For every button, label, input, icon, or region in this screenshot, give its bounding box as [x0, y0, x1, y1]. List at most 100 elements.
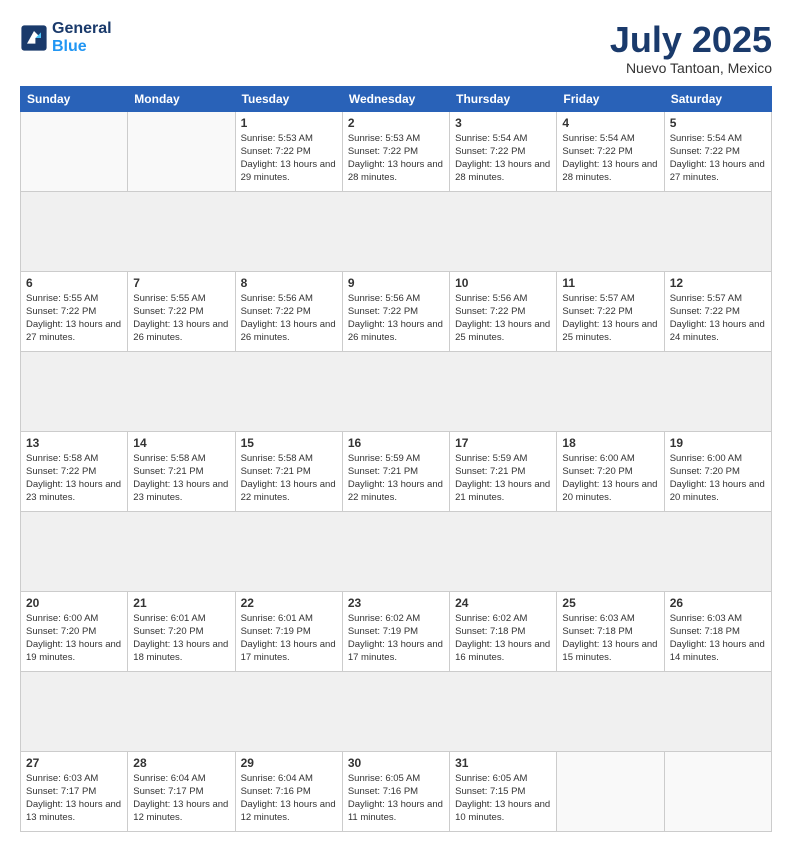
calendar-day-cell: 30 Sunrise: 6:05 AM Sunset: 7:16 PM Dayli… [342, 751, 449, 831]
week-spacer-row [21, 671, 772, 751]
day-info: Sunrise: 6:05 AM Sunset: 7:15 PM Dayligh… [455, 772, 551, 825]
calendar-day-cell: 13Sunrise: 5:58 AM Sunset: 7:22 PM Dayli… [21, 431, 128, 511]
calendar-day-cell: 20 Sunrise: 6:00 AM Sunset: 7:20 PM Dayli… [21, 591, 128, 671]
page-header: General Blue July 2025 Nuevo Tantoan, Me… [20, 20, 772, 76]
day-number: 13 [26, 436, 122, 450]
calendar-day-cell: 1Sunrise: 5:53 AM Sunset: 7:22 PM Daylig… [235, 111, 342, 191]
day-number: 8 [241, 276, 337, 290]
calendar-week-row: 13Sunrise: 5:58 AM Sunset: 7:22 PM Dayli… [21, 431, 772, 511]
calendar-day-cell: 21 Sunrise: 6:01 AM Sunset: 7:20 PM Dayli… [128, 591, 235, 671]
calendar-day-cell: 9Sunrise: 5:56 AM Sunset: 7:22 PM Daylig… [342, 271, 449, 351]
month-year-title: July 2025 [610, 20, 772, 60]
day-info: Sunrise: 5:55 AM Sunset: 7:22 PM Dayligh… [26, 292, 122, 345]
day-number: 6 [26, 276, 122, 290]
day-number: 20 [26, 596, 122, 610]
day-info: Sunrise: 5:57 AM Sunset: 7:22 PM Dayligh… [562, 292, 658, 345]
calendar-day-cell: 22 Sunrise: 6:01 AM Sunset: 7:19 PM Dayli… [235, 591, 342, 671]
calendar-body: 1Sunrise: 5:53 AM Sunset: 7:22 PM Daylig… [21, 111, 772, 831]
calendar-day-cell: 10Sunrise: 5:56 AM Sunset: 7:22 PM Dayli… [450, 271, 557, 351]
calendar-day-cell: 3Sunrise: 5:54 AM Sunset: 7:22 PM Daylig… [450, 111, 557, 191]
day-info: Sunrise: 5:58 AM Sunset: 7:21 PM Dayligh… [133, 452, 229, 505]
calendar-week-row: 1Sunrise: 5:53 AM Sunset: 7:22 PM Daylig… [21, 111, 772, 191]
calendar-day-cell: 24Sunrise: 6:02 AM Sunset: 7:18 PM Dayli… [450, 591, 557, 671]
day-info: Sunrise: 6:04 AM Sunset: 7:17 PM Dayligh… [133, 772, 229, 825]
day-info: Sunrise: 5:59 AM Sunset: 7:21 PM Dayligh… [455, 452, 551, 505]
day-info: Sunrise: 5:53 AM Sunset: 7:22 PM Dayligh… [241, 132, 337, 185]
day-number: 16 [348, 436, 444, 450]
calendar-day-cell [557, 751, 664, 831]
day-info: Sunrise: 6:03 AM Sunset: 7:18 PM Dayligh… [670, 612, 766, 665]
day-info: Sunrise: 6:01 AM Sunset: 7:19 PM Dayligh… [241, 612, 337, 665]
calendar-day-cell: 19 Sunrise: 6:00 AM Sunset: 7:20 PM Dayli… [664, 431, 771, 511]
week-spacer-row [21, 191, 772, 271]
week-spacer-row [21, 511, 772, 591]
day-info: Sunrise: 6:02 AM Sunset: 7:18 PM Dayligh… [455, 612, 551, 665]
calendar-day-cell: 26 Sunrise: 6:03 AM Sunset: 7:18 PM Dayli… [664, 591, 771, 671]
day-info: Sunrise: 5:55 AM Sunset: 7:22 PM Dayligh… [133, 292, 229, 345]
day-info: Sunrise: 5:54 AM Sunset: 7:22 PM Dayligh… [562, 132, 658, 185]
day-number: 28 [133, 756, 229, 770]
day-number: 2 [348, 116, 444, 130]
day-info: Sunrise: 5:56 AM Sunset: 7:22 PM Dayligh… [455, 292, 551, 345]
title-area: July 2025 Nuevo Tantoan, Mexico [610, 20, 772, 76]
day-number: 14 [133, 436, 229, 450]
weekday-header-cell: Sunday [21, 86, 128, 111]
day-info: Sunrise: 6:00 AM Sunset: 7:20 PM Dayligh… [670, 452, 766, 505]
day-info: Sunrise: 5:56 AM Sunset: 7:22 PM Dayligh… [241, 292, 337, 345]
day-number: 26 [670, 596, 766, 610]
day-number: 25 [562, 596, 658, 610]
location-subtitle: Nuevo Tantoan, Mexico [610, 60, 772, 76]
day-number: 12 [670, 276, 766, 290]
day-number: 7 [133, 276, 229, 290]
day-info: Sunrise: 6:03 AM Sunset: 7:18 PM Dayligh… [562, 612, 658, 665]
calendar-day-cell: 28 Sunrise: 6:04 AM Sunset: 7:17 PM Dayli… [128, 751, 235, 831]
calendar-day-cell: 15Sunrise: 5:58 AM Sunset: 7:21 PM Dayli… [235, 431, 342, 511]
day-info: Sunrise: 6:01 AM Sunset: 7:20 PM Dayligh… [133, 612, 229, 665]
calendar-day-cell [128, 111, 235, 191]
calendar-day-cell: 7 Sunrise: 5:55 AM Sunset: 7:22 PM Daylig… [128, 271, 235, 351]
day-info: Sunrise: 6:00 AM Sunset: 7:20 PM Dayligh… [26, 612, 122, 665]
day-info: Sunrise: 6:04 AM Sunset: 7:16 PM Dayligh… [241, 772, 337, 825]
day-info: Sunrise: 5:56 AM Sunset: 7:22 PM Dayligh… [348, 292, 444, 345]
day-info: Sunrise: 6:05 AM Sunset: 7:16 PM Dayligh… [348, 772, 444, 825]
day-number: 4 [562, 116, 658, 130]
calendar-day-cell: 17Sunrise: 5:59 AM Sunset: 7:21 PM Dayli… [450, 431, 557, 511]
day-number: 29 [241, 756, 337, 770]
day-number: 27 [26, 756, 122, 770]
day-number: 31 [455, 756, 551, 770]
day-info: Sunrise: 6:02 AM Sunset: 7:19 PM Dayligh… [348, 612, 444, 665]
day-number: 3 [455, 116, 551, 130]
calendar-day-cell: 25 Sunrise: 6:03 AM Sunset: 7:18 PM Dayli… [557, 591, 664, 671]
calendar-day-cell: 23 Sunrise: 6:02 AM Sunset: 7:19 PM Dayli… [342, 591, 449, 671]
calendar-week-row: 27 Sunrise: 6:03 AM Sunset: 7:17 PM Dayli… [21, 751, 772, 831]
calendar-week-row: 6 Sunrise: 5:55 AM Sunset: 7:22 PM Daylig… [21, 271, 772, 351]
day-number: 23 [348, 596, 444, 610]
calendar-day-cell [21, 111, 128, 191]
weekday-header-cell: Wednesday [342, 86, 449, 111]
calendar-day-cell: 12Sunrise: 5:57 AM Sunset: 7:22 PM Dayli… [664, 271, 771, 351]
day-number: 11 [562, 276, 658, 290]
day-number: 18 [562, 436, 658, 450]
calendar-day-cell: 5 Sunrise: 5:54 AM Sunset: 7:22 PM Daylig… [664, 111, 771, 191]
calendar-day-cell: 8 Sunrise: 5:56 AM Sunset: 7:22 PM Daylig… [235, 271, 342, 351]
day-number: 5 [670, 116, 766, 130]
calendar-day-cell [664, 751, 771, 831]
weekday-header-cell: Tuesday [235, 86, 342, 111]
day-number: 30 [348, 756, 444, 770]
day-info: Sunrise: 5:54 AM Sunset: 7:22 PM Dayligh… [670, 132, 766, 185]
day-info: Sunrise: 6:00 AM Sunset: 7:20 PM Dayligh… [562, 452, 658, 505]
day-info: Sunrise: 6:03 AM Sunset: 7:17 PM Dayligh… [26, 772, 122, 825]
calendar-table: SundayMondayTuesdayWednesdayThursdayFrid… [20, 86, 772, 832]
weekday-header-cell: Monday [128, 86, 235, 111]
calendar-week-row: 20 Sunrise: 6:00 AM Sunset: 7:20 PM Dayli… [21, 591, 772, 671]
calendar-day-cell: 18 Sunrise: 6:00 AM Sunset: 7:20 PM Dayli… [557, 431, 664, 511]
day-number: 21 [133, 596, 229, 610]
weekday-header-cell: Saturday [664, 86, 771, 111]
day-number: 22 [241, 596, 337, 610]
logo: General Blue [20, 20, 112, 56]
day-number: 19 [670, 436, 766, 450]
calendar-day-cell: 31 Sunrise: 6:05 AM Sunset: 7:15 PM Dayli… [450, 751, 557, 831]
calendar-day-cell: 14 Sunrise: 5:58 AM Sunset: 7:21 PM Dayli… [128, 431, 235, 511]
day-info: Sunrise: 5:53 AM Sunset: 7:22 PM Dayligh… [348, 132, 444, 185]
calendar-day-cell: 16Sunrise: 5:59 AM Sunset: 7:21 PM Dayli… [342, 431, 449, 511]
